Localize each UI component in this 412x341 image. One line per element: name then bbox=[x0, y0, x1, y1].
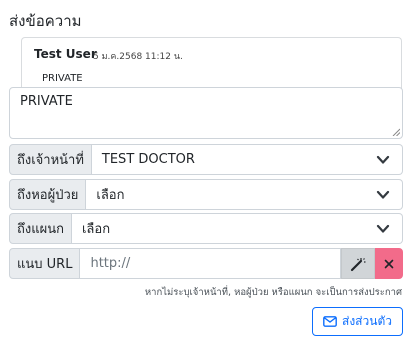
ward-select-label: ถึงหอผู้ป่วย bbox=[9, 179, 87, 210]
url-input[interactable]: http:// bbox=[80, 248, 341, 279]
ward-select-value: เลือก bbox=[96, 188, 125, 203]
close-icon bbox=[384, 259, 394, 268]
message-textarea[interactable]: PRIVATE bbox=[9, 87, 403, 139]
department-select-label: ถึงแผนก bbox=[9, 213, 72, 244]
send-button-label: ส่งส่วนตัว bbox=[342, 314, 392, 328]
chevron-down-icon bbox=[376, 155, 390, 164]
staff-select[interactable]: TEST DOCTOR bbox=[91, 144, 403, 175]
message-card: Test User 5 ม.ค.2568 11:12 น. PRIVATE bbox=[21, 37, 402, 89]
envelope-icon bbox=[323, 316, 337, 327]
send-private-button[interactable]: ส่งส่วนตัว bbox=[312, 307, 403, 336]
hint-text: หากไม่ระบุเจ้าหน้าที่, หอผู้ป่วย หรือแผน… bbox=[144, 287, 402, 298]
chevron-down-icon bbox=[376, 224, 390, 233]
url-input-group: แนบ URL http:// bbox=[9, 248, 403, 279]
resize-grip-icon[interactable] bbox=[392, 128, 400, 136]
ward-select-group: ถึงหอผู้ป่วย เลือก bbox=[9, 179, 403, 210]
department-select-value: เลือก bbox=[81, 222, 111, 237]
magic-wand-icon bbox=[350, 257, 366, 271]
department-select-group: ถึงแผนก เลือก bbox=[9, 213, 403, 244]
chevron-down-icon bbox=[376, 190, 390, 199]
url-input-label: แนบ URL bbox=[9, 248, 81, 279]
message-author: Test User bbox=[34, 47, 97, 61]
staff-select-value: TEST DOCTOR bbox=[101, 152, 195, 167]
staff-select-group: ถึงเจ้าหน้าที่ TEST DOCTOR bbox=[9, 144, 403, 175]
ward-select[interactable]: เลือก bbox=[86, 179, 403, 210]
message-content: PRIVATE bbox=[42, 73, 83, 84]
page-title: ส่งข้อความ bbox=[9, 12, 82, 30]
staff-select-label: ถึงเจ้าหน้าที่ bbox=[9, 144, 92, 175]
url-input-placeholder: http:// bbox=[90, 256, 131, 271]
magic-button[interactable] bbox=[341, 248, 375, 279]
department-select[interactable]: เลือก bbox=[71, 213, 403, 244]
message-timestamp: 5 ม.ค.2568 11:12 น. bbox=[93, 52, 183, 62]
clear-url-button[interactable] bbox=[375, 248, 403, 279]
message-textarea-value: PRIVATE bbox=[20, 94, 73, 109]
